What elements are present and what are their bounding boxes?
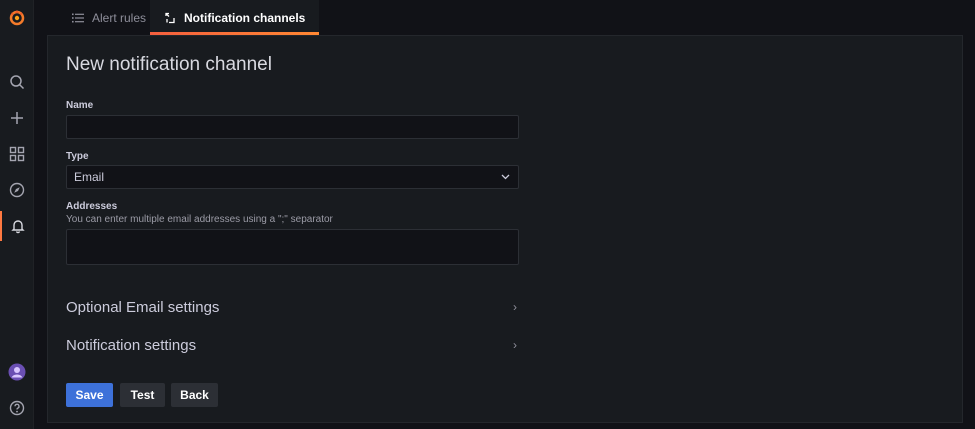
back-button[interactable]: Back (171, 383, 218, 407)
list-icon (72, 13, 84, 22)
type-label: Type (66, 151, 89, 162)
addresses-description: You can enter multiple email addresses u… (66, 214, 333, 225)
type-select-value: Email (74, 170, 105, 184)
optional-email-settings-label: Optional Email settings (66, 298, 220, 316)
save-button[interactable]: Save (66, 383, 113, 407)
name-input[interactable] (66, 115, 519, 139)
chevron-right-icon: › (513, 338, 517, 352)
addresses-textarea[interactable] (66, 229, 519, 265)
tab-notification-channels[interactable]: Notification channels (150, 0, 320, 35)
grafana-logo-icon[interactable] (0, 2, 34, 32)
help-icon[interactable] (0, 393, 34, 423)
alerting-bell-icon[interactable] (0, 211, 34, 241)
chevron-down-icon (501, 174, 510, 180)
main-panel: New notification channel Name Type Email… (47, 35, 963, 423)
addresses-label: Addresses (66, 201, 118, 212)
tab-alert-rules-label: Alert rules (92, 10, 147, 25)
optional-email-settings-toggle[interactable]: Optional Email settings › (66, 297, 519, 317)
dashboards-icon[interactable] (0, 139, 34, 169)
search-icon[interactable] (0, 67, 34, 97)
bell-channel-icon (165, 12, 175, 23)
notification-settings-label: Notification settings (66, 336, 197, 354)
chevron-right-icon: › (513, 300, 517, 314)
tab-bar: Alert rules Notification channels (34, 0, 975, 35)
test-button[interactable]: Test (120, 383, 165, 407)
explore-compass-icon[interactable] (0, 175, 34, 205)
name-label: Name (66, 100, 94, 111)
plus-icon[interactable] (0, 103, 34, 133)
avatar[interactable] (0, 357, 34, 387)
tab-notification-channels-label: Notification channels (184, 10, 306, 25)
tab-alert-rules[interactable]: Alert rules (58, 0, 160, 35)
notification-settings-toggle[interactable]: Notification settings › (66, 335, 519, 355)
sidebar (0, 0, 34, 429)
type-select[interactable]: Email (66, 165, 519, 189)
page-title: New notification channel (66, 54, 272, 75)
